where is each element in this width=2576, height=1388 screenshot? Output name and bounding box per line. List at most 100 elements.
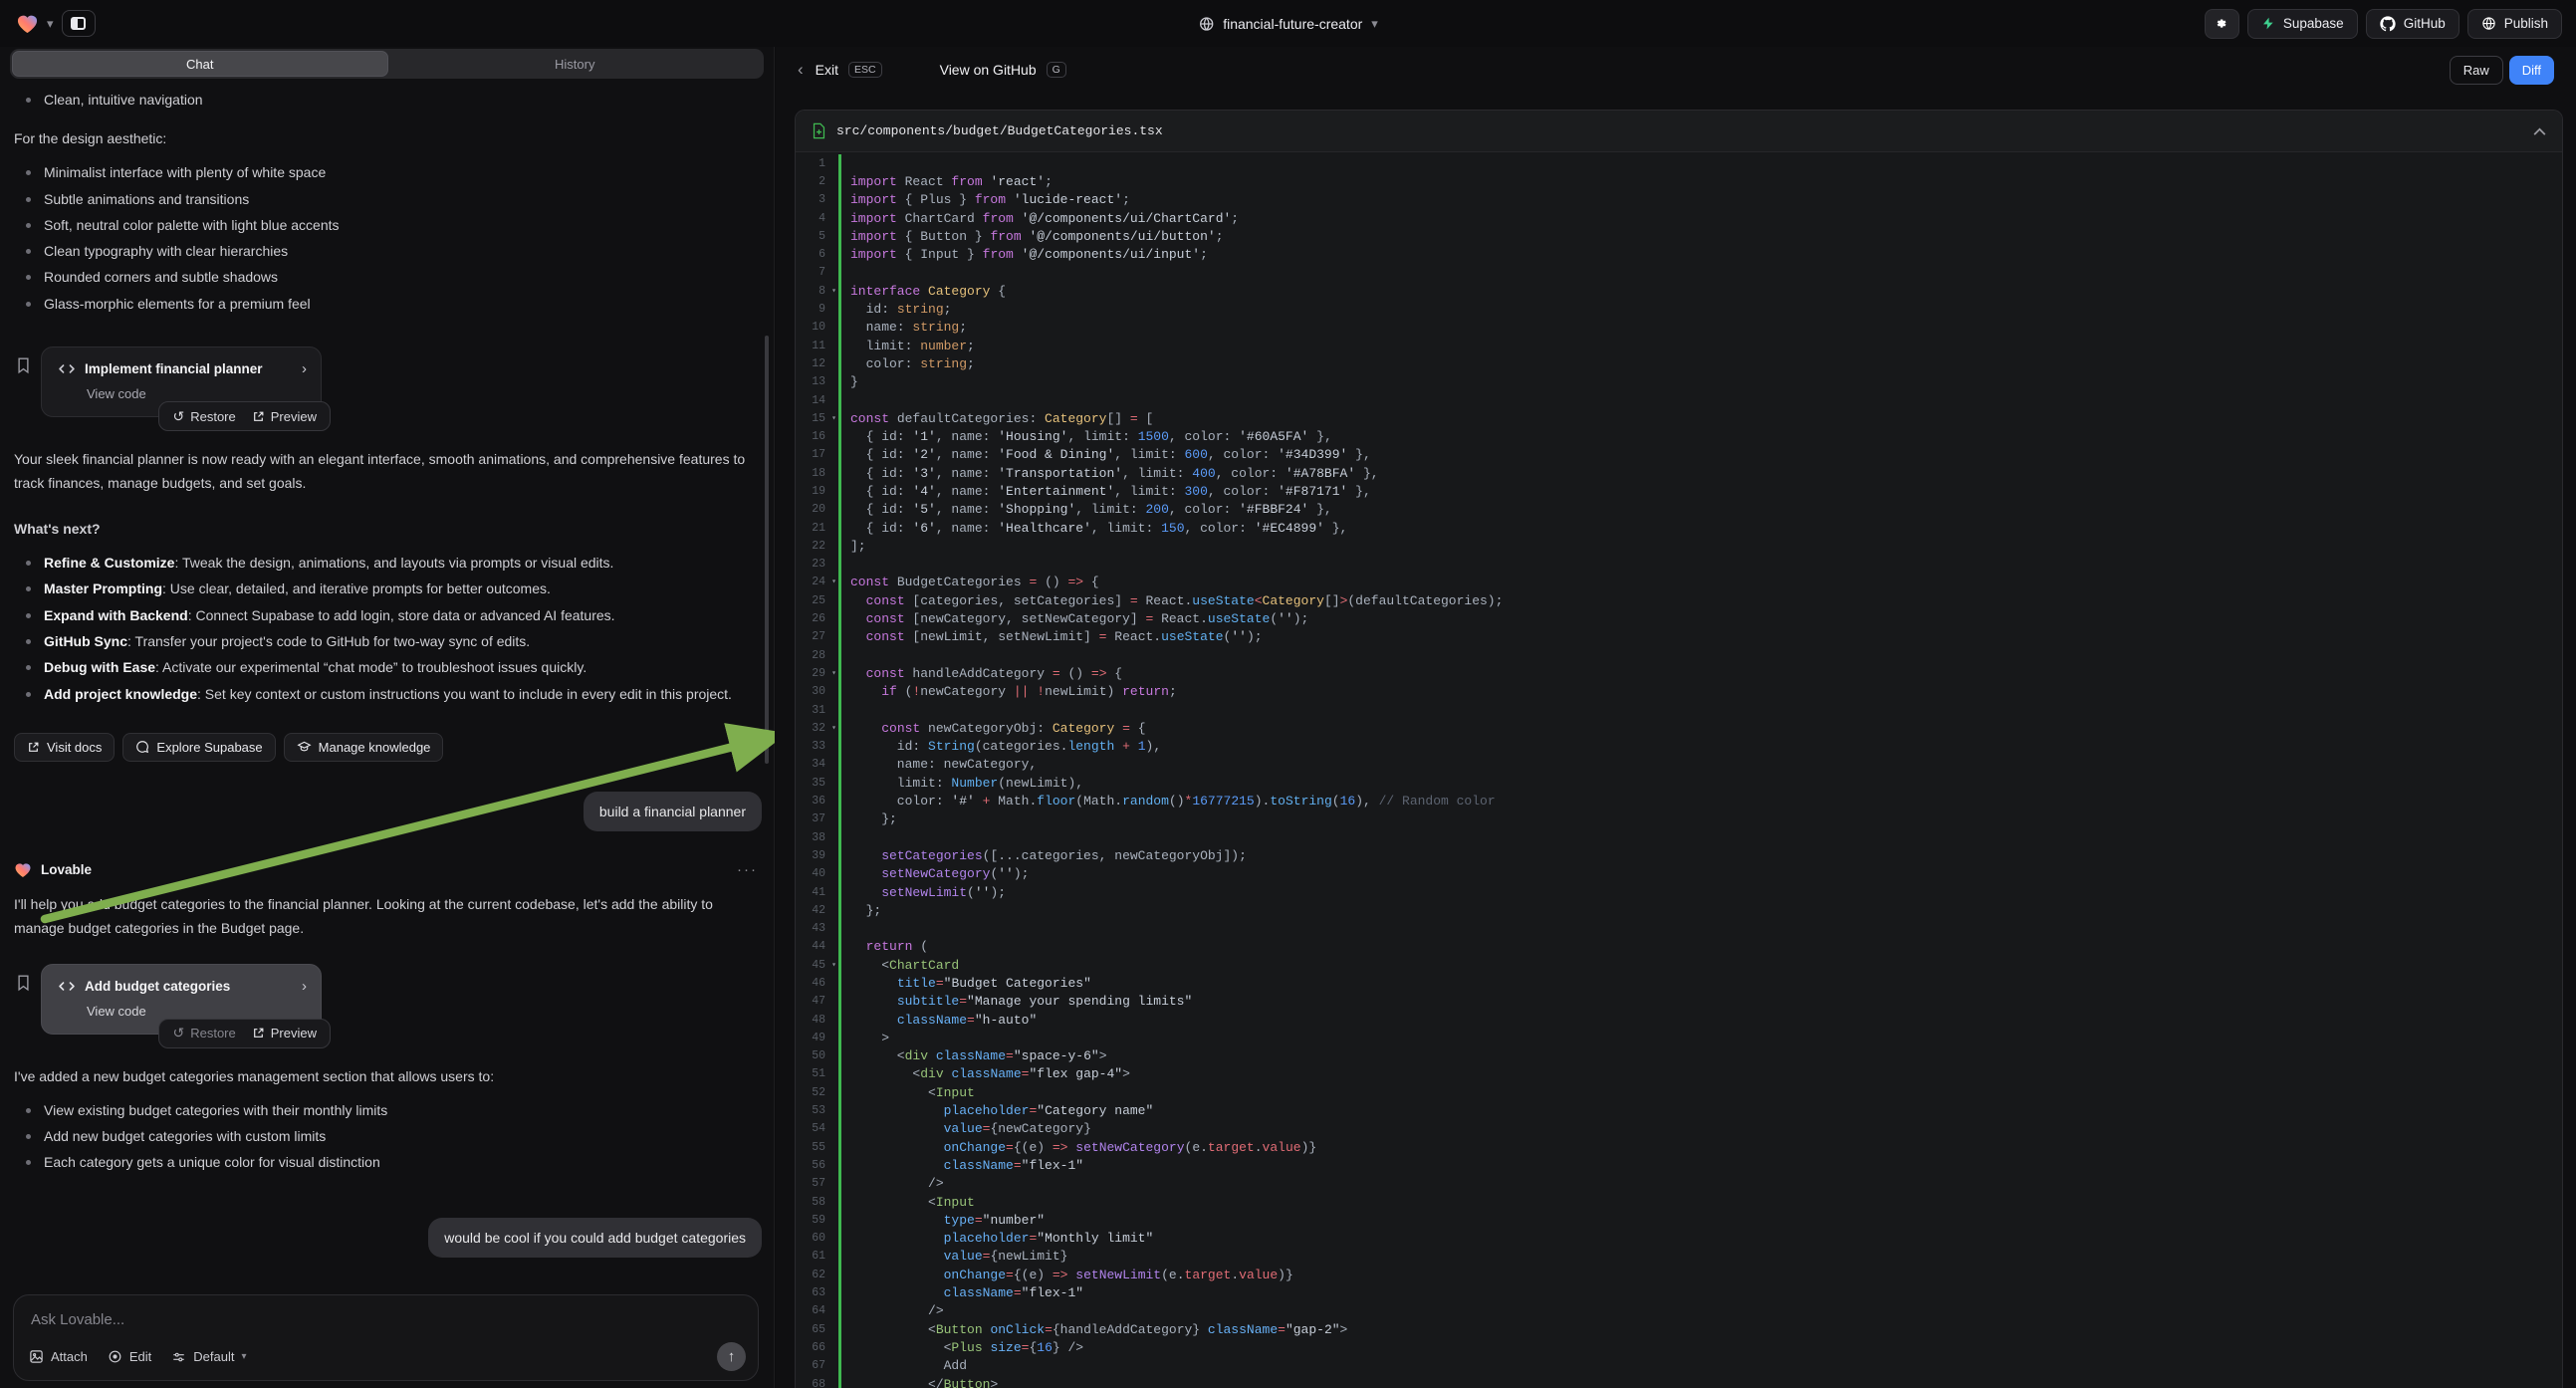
design-bullet-list: Minimalist interface with plenty of whit… (14, 159, 762, 317)
version-card-add-budget-categories[interactable]: Add budget categories › View code ↺ Rest… (41, 964, 322, 1035)
knowledge-icon (297, 740, 312, 754)
code-line: 21 { id: '6', name: 'Healthcare', limit:… (796, 519, 2562, 537)
code-line: 13} (796, 373, 2562, 391)
code-line: 53 placeholder="Category name" (796, 1101, 2562, 1119)
exit-button[interactable]: ‹ Exit ESC (798, 60, 882, 80)
chat-panel: Chat History Clean, intuitive navigation… (0, 47, 775, 1388)
collapse-chevron-up-icon[interactable] (2533, 127, 2546, 135)
explore-supabase-button[interactable]: Explore Supabase (122, 733, 275, 762)
diff-toggle-button[interactable]: Diff (2509, 56, 2554, 85)
chevron-right-icon[interactable]: › (302, 360, 307, 377)
code-icon (58, 981, 76, 992)
code-line: 68 </Button> (796, 1375, 2562, 1388)
code-line: 35 limit: Number(newLimit), (796, 774, 2562, 792)
code-line: 54 value={newCategory} (796, 1120, 2562, 1138)
supabase-button[interactable]: Supabase (2247, 9, 2358, 39)
file-diff-container: src/components/budget/BudgetCategories.t… (795, 110, 2563, 1388)
view-code-link[interactable]: View code (87, 1004, 307, 1019)
scrolled-bullet-list: Clean, intuitive navigation (14, 87, 762, 113)
project-switcher[interactable]: financial-future-creator ▾ (1198, 16, 1378, 32)
chevron-right-icon[interactable]: › (302, 978, 307, 995)
preview-button[interactable]: Preview (252, 409, 317, 424)
restore-button[interactable]: ↺ Restore (172, 408, 235, 425)
list-item: Refine & Customize: Tweak the design, an… (14, 550, 762, 576)
chat-bubble-icon (135, 740, 149, 754)
view-on-github-label: View on GitHub (940, 62, 1037, 78)
github-button[interactable]: GitHub (2366, 9, 2459, 39)
manage-knowledge-button[interactable]: Manage knowledge (284, 733, 444, 762)
list-item: Rounded corners and subtle shadows (14, 264, 762, 290)
code-line: 22]; (796, 537, 2562, 555)
tab-chat[interactable]: Chat (12, 51, 388, 77)
diff-added-bar (838, 919, 841, 937)
restore-button[interactable]: ↺ Restore (172, 1025, 235, 1041)
publish-globe-icon (2481, 16, 2496, 31)
code-line: 17 { id: '2', name: 'Food & Dining', lim… (796, 446, 2562, 464)
whats-next-heading: What's next? (14, 517, 762, 541)
code-line: 58 <Input (796, 1193, 2562, 1211)
fold-chevron-icon[interactable]: ▾ (831, 668, 836, 678)
settings-button[interactable] (2205, 9, 2239, 39)
chat-input[interactable]: Ask Lovable... (31, 1311, 124, 1328)
tab-history[interactable]: History (388, 51, 763, 77)
github-icon (2380, 16, 2396, 32)
code-line: 30 if (!newCategory || !newLimit) return… (796, 683, 2562, 701)
attach-button[interactable]: Attach (29, 1349, 88, 1364)
fold-chevron-icon[interactable]: ▾ (831, 413, 836, 423)
chat-message-list[interactable]: Clean, intuitive navigation For the desi… (0, 81, 774, 1288)
file-header[interactable]: src/components/budget/BudgetCategories.t… (796, 111, 2562, 152)
code-line: 43 (796, 919, 2562, 937)
preview-button[interactable]: Preview (252, 1026, 317, 1041)
top-bar: ▾ financial-future-creator ▾ Supabase Gi (0, 0, 2576, 47)
g-shortcut-badge: G (1047, 62, 1066, 78)
code-line: 51 <div className="flex gap-4"> (796, 1065, 2562, 1083)
list-item: Each category gets a unique color for vi… (14, 1149, 762, 1175)
code-line: 4import ChartCard from '@/components/ui/… (796, 209, 2562, 227)
code-line: 16 { id: '1', name: 'Housing', limit: 15… (796, 427, 2562, 445)
gear-icon (2214, 15, 2230, 32)
diff-added-bar (838, 701, 841, 719)
code-lines[interactable]: 12import React from 'react';3import { Pl… (796, 152, 2562, 1388)
bookmark-icon[interactable] (16, 974, 31, 992)
target-icon (108, 1349, 122, 1364)
restore-icon: ↺ (172, 1025, 184, 1041)
code-line: 9 id: string; (796, 300, 2562, 318)
view-code-link[interactable]: View code (87, 386, 307, 401)
code-line: 37 }; (796, 810, 2562, 828)
code-line: 52 <Input (796, 1083, 2562, 1101)
code-line: 18 { id: '3', name: 'Transportation', li… (796, 464, 2562, 482)
message-more-menu[interactable]: ··· (737, 861, 762, 878)
project-chevron-down-icon: ▾ (1371, 16, 1378, 32)
model-selector[interactable]: Default ▾ (171, 1349, 246, 1364)
fold-chevron-icon[interactable]: ▾ (831, 960, 836, 970)
version-card-implement-financial-planner[interactable]: Implement financial planner › View code … (41, 347, 322, 417)
code-line: 15▾const defaultCategories: Category[] =… (796, 409, 2562, 427)
fold-chevron-icon[interactable]: ▾ (831, 577, 836, 586)
code-line: 63 className="flex-1" (796, 1283, 2562, 1301)
lovable-logo-heart-icon[interactable] (16, 13, 39, 34)
code-line: 10 name: string; (796, 319, 2562, 337)
view-on-github-button[interactable]: View on GitHub G (940, 62, 1066, 78)
raw-toggle-button[interactable]: Raw (2450, 56, 2503, 85)
send-button[interactable]: ↑ (717, 1342, 746, 1371)
code-line: 50 <div className="space-y-6"> (796, 1047, 2562, 1065)
code-line: 36 color: '#' + Math.floor(Math.random()… (796, 792, 2562, 810)
chat-scrollbar[interactable] (765, 336, 769, 764)
visit-docs-button[interactable]: Visit docs (14, 733, 115, 762)
code-line: 34 name: newCategory, (796, 756, 2562, 774)
fold-chevron-icon[interactable]: ▾ (831, 723, 836, 733)
logo-chevron-down-icon[interactable]: ▾ (47, 16, 54, 32)
chat-history-tabs: Chat History (10, 49, 764, 79)
code-line: 5import { Button } from '@/components/ui… (796, 227, 2562, 245)
sidebar-toggle-button[interactable] (62, 10, 96, 37)
bookmark-icon[interactable] (16, 356, 31, 374)
sliders-icon (171, 1350, 186, 1364)
fold-chevron-icon[interactable]: ▾ (831, 286, 836, 296)
edit-mode-button[interactable]: Edit (108, 1349, 151, 1364)
suggested-actions: Visit docs Explore Supabase Manage knowl… (14, 733, 762, 762)
reply-intro-paragraph: I'll help you add budget categories to t… (14, 892, 762, 940)
publish-button[interactable]: Publish (2467, 9, 2562, 39)
design-heading: For the design aesthetic: (14, 126, 762, 150)
code-line: 24▾const BudgetCategories = () => { (796, 574, 2562, 591)
chat-composer[interactable]: Ask Lovable... Attach Edit Default ▾ (13, 1294, 759, 1381)
